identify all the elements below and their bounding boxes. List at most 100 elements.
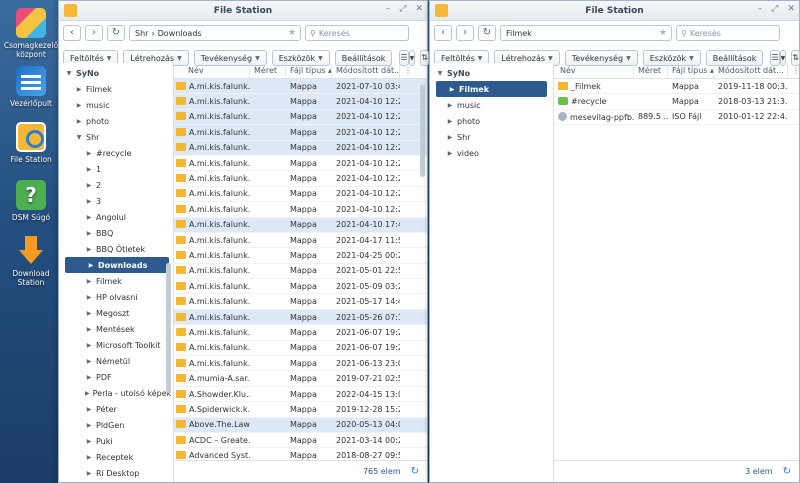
refresh-icon[interactable]: ↻ — [783, 466, 791, 477]
refresh-button[interactable]: ↻ — [478, 25, 496, 41]
tree-item[interactable]: ▶ Filmek — [436, 81, 547, 97]
caret-right-icon[interactable]: ▶ — [85, 310, 93, 317]
caret-right-icon[interactable]: ▶ — [85, 406, 93, 413]
desktop-icon-file-station[interactable]: File Station — [0, 122, 62, 164]
table-row[interactable]: #recycle Mappa 2018-03-13 21:3... — [554, 94, 799, 110]
tree-item[interactable]: ▶ Ri Desktop — [65, 465, 169, 481]
close-icon[interactable]: ✕ — [787, 4, 795, 14]
table-row[interactable]: A.mi.kis.falunk... Mappa 2021-04-10 12:2..… — [174, 202, 427, 218]
table-row[interactable]: A.mi.kis.falunk... Mappa 2021-06-13 23:0..… — [174, 356, 427, 372]
minimize-icon[interactable]: – — [386, 4, 391, 14]
caret-right-icon[interactable]: ▶ — [446, 134, 454, 141]
tree-item[interactable]: ▶ photo — [65, 113, 169, 129]
caret-right-icon[interactable]: ▶ — [85, 342, 93, 349]
tree-item[interactable]: ▼ SyNo — [436, 65, 547, 81]
maximize-icon[interactable]: ⤢ — [771, 4, 778, 14]
caret-right-icon[interactable]: ▶ — [85, 166, 93, 173]
table-row[interactable]: A.mi.kis.falunk... Mappa 2021-04-10 12:2..… — [174, 187, 427, 203]
tree-item[interactable]: ▶ BBQ Ötletek — [65, 241, 169, 257]
caret-right-icon[interactable]: ▶ — [446, 118, 454, 125]
column-menu-icon[interactable]: ⋮ — [788, 63, 798, 78]
table-row[interactable]: ACDC – Greate... Mappa 2021-03-14 00:2... — [174, 433, 427, 449]
desktop-icon-control-panel[interactable]: Vezérlőpult — [0, 66, 62, 108]
column-modified[interactable]: Módosított dát... — [714, 63, 788, 78]
tree-item[interactable]: ▶ music — [65, 97, 169, 113]
table-row[interactable]: A.mi.kis.falunk... Mappa 2021-05-26 07:1..… — [174, 309, 427, 326]
caret-right-icon[interactable]: ▶ — [85, 422, 93, 429]
caret-right-icon[interactable]: ▶ — [85, 214, 93, 221]
column-name[interactable]: Név — [174, 63, 250, 78]
tree-item[interactable]: ▶ BBQ — [65, 225, 169, 241]
column-type[interactable]: Fájl típus ▴ — [668, 63, 714, 78]
file-list-scrollbar[interactable] — [420, 85, 425, 177]
path-field[interactable]: Filmek ★ — [500, 25, 672, 41]
path-segment-current[interactable]: Filmek — [506, 29, 532, 38]
caret-down-icon[interactable]: ▼ — [436, 70, 444, 77]
caret-right-icon[interactable]: ▶ — [75, 102, 83, 109]
caret-right-icon[interactable]: ▶ — [448, 86, 456, 93]
caret-right-icon[interactable]: ▶ — [85, 470, 93, 477]
tree-scrollbar[interactable] — [166, 263, 171, 393]
path-segment-current[interactable]: Downloads — [158, 29, 202, 38]
tree-item[interactable]: ▶ Downloads — [65, 257, 169, 273]
caret-down-icon[interactable]: ▼ — [75, 134, 83, 141]
caret-right-icon[interactable]: ▶ — [85, 294, 93, 301]
path-segment-root[interactable]: Shr — [135, 29, 148, 38]
table-row[interactable]: _Filmek Mappa 2019-11-18 00:3... — [554, 79, 799, 95]
caret-right-icon[interactable]: ▶ — [446, 102, 454, 109]
table-row[interactable]: A.mi.kis.falunk... Mappa 2021-04-17 11:5..… — [174, 233, 427, 249]
desktop-icon-package-center[interactable]: Csomagkezelő központ — [0, 8, 62, 59]
star-icon[interactable]: ★ — [659, 28, 667, 38]
window-titlebar[interactable]: File Station – ⤢ ✕ — [59, 1, 427, 21]
tree-item[interactable]: ▶ Puki — [65, 433, 169, 449]
caret-right-icon[interactable]: ▶ — [85, 230, 93, 237]
desktop-icon-download-station[interactable]: Download Station — [0, 236, 62, 287]
close-icon[interactable]: ✕ — [415, 4, 423, 14]
back-button[interactable]: ‹ — [63, 25, 81, 41]
refresh-button[interactable]: ↻ — [107, 25, 125, 41]
caret-right-icon[interactable]: ▶ — [85, 454, 93, 461]
table-row[interactable]: A.mi.kis.falunk... Mappa 2021-04-10 12:2..… — [174, 171, 427, 187]
refresh-icon[interactable]: ↻ — [411, 466, 419, 477]
table-row[interactable]: Above.The.Law... Mappa 2020-05-13 04:0... — [174, 417, 427, 433]
table-row[interactable]: A.mumia-A.sar... Mappa 2019-07-21 02:5... — [174, 371, 427, 387]
table-row[interactable]: A.mi.kis.falunk... Mappa 2021-04-10 12:2..… — [174, 125, 427, 141]
table-row[interactable]: mesevilag-ppfb... 889.5 ... ISO Fájl 2010-0… — [554, 110, 799, 126]
tree-item[interactable]: ▶ Mentések — [65, 321, 169, 337]
tree-item[interactable]: ▶Színpád — [65, 481, 169, 482]
table-row[interactable]: A.mi.kis.falunk... Mappa 2021-05-17 14:4..… — [174, 294, 427, 310]
tree-item[interactable]: ▶ PDF — [65, 369, 169, 385]
star-icon[interactable]: ★ — [288, 28, 296, 38]
caret-right-icon[interactable]: ▶ — [446, 150, 454, 157]
caret-right-icon[interactable]: ▶ — [87, 262, 95, 269]
tree-item[interactable]: ▶ Shr — [436, 129, 547, 145]
caret-right-icon[interactable]: ▶ — [85, 150, 93, 157]
table-row[interactable]: A.mi.kis.falunk... Mappa 2021-04-10 12:2..… — [174, 156, 427, 172]
tree-item[interactable]: ▶ Megoszt — [65, 305, 169, 321]
table-row[interactable]: A.mi.kis.falunk... Mappa 2021-06-07 19:2..… — [174, 341, 427, 357]
tree-item[interactable]: ▶ Péter — [65, 401, 169, 417]
tree-item[interactable]: ▶ 2 — [65, 177, 169, 193]
table-row[interactable]: A.mi.kis.falunk... Mappa 2021-05-09 03:2..… — [174, 279, 427, 295]
table-row[interactable]: A.mi.kis.falunk... Mappa 2021-07-10 03:4..… — [174, 79, 427, 95]
tree-item[interactable]: ▶ 1 — [65, 161, 169, 177]
tree-item[interactable]: ▶ Filmek — [65, 81, 169, 97]
caret-right-icon[interactable]: ▶ — [85, 182, 93, 189]
table-row[interactable]: A.mi.kis.falunk... Mappa 2021-04-10 17:4..… — [174, 217, 427, 233]
tree-item[interactable]: ▶ music — [436, 97, 547, 113]
tree-item[interactable]: ▼ Shr — [65, 129, 169, 145]
desktop-icon-dsm-help[interactable]: ? DSM Súgó — [0, 180, 62, 222]
table-row[interactable]: A.mi.kis.falunk... Mappa 2021-05-01 22:5..… — [174, 264, 427, 280]
caret-right-icon[interactable]: ▶ — [85, 358, 93, 365]
table-row[interactable]: A.Showder.Klu... Mappa 2022-04-15 13:0... — [174, 387, 427, 403]
forward-button[interactable]: › — [85, 25, 103, 41]
back-button[interactable]: ‹ — [434, 25, 452, 41]
search-input[interactable]: ⚲ Keresés — [305, 25, 409, 41]
tree-item[interactable]: ▶ Perla - utolsó képek — [65, 385, 171, 401]
column-name[interactable]: Név — [554, 63, 634, 78]
search-input[interactable]: ⚲ Keresés — [676, 25, 780, 41]
tree-item[interactable]: ▶ Németül — [65, 353, 169, 369]
table-row[interactable]: A.mi.kis.falunk... Mappa 2021-04-10 12:2..… — [174, 94, 427, 110]
table-row[interactable]: A.mi.kis.falunk... Mappa 2021-04-10 12:2..… — [174, 109, 427, 126]
caret-right-icon[interactable]: ▶ — [85, 438, 93, 445]
